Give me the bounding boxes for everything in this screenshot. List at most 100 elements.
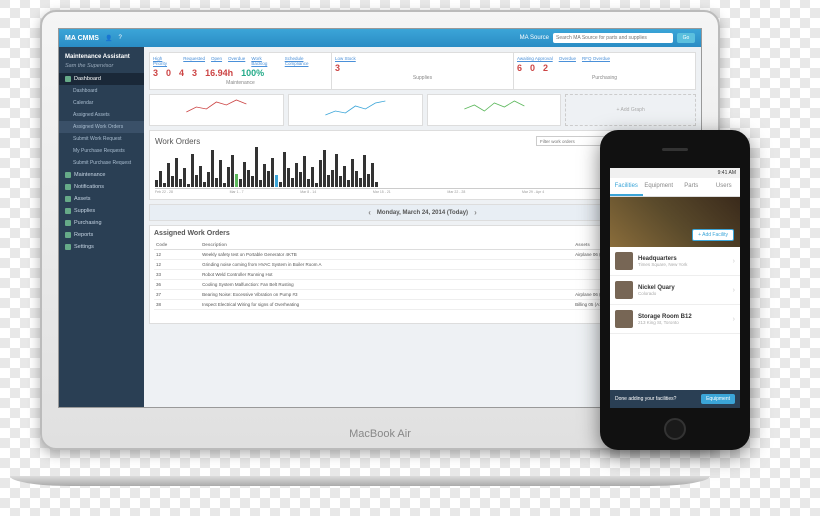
chart-bar[interactable]	[275, 175, 278, 187]
sidebar-item[interactable]: Dashboard	[59, 73, 144, 85]
chart-bar[interactable]	[291, 178, 294, 187]
chart-bar[interactable]	[223, 183, 226, 187]
chart-bar[interactable]	[179, 179, 182, 187]
facility-list: HeadquartersTimes Square, New York›Nicke…	[610, 247, 740, 334]
chart-bar[interactable]	[367, 174, 370, 187]
chart-bar[interactable]	[171, 176, 174, 187]
chart-bar[interactable]	[187, 184, 190, 187]
facility-item[interactable]: Nickel QuaryColorado›	[610, 276, 740, 305]
facility-item[interactable]: HeadquartersTimes Square, New York›	[610, 247, 740, 276]
chart-bar[interactable]	[347, 180, 350, 187]
chart-bar[interactable]	[327, 175, 330, 187]
chart-bar[interactable]	[199, 166, 202, 187]
chart-bar[interactable]	[283, 152, 286, 187]
chart-bar[interactable]	[331, 170, 334, 187]
sidebar-item[interactable]: Assigned Work Orders	[59, 121, 144, 133]
phone-home-button[interactable]	[664, 418, 686, 440]
sidebar-item[interactable]: Maintenance	[59, 169, 144, 181]
sidebar-item[interactable]: Settings	[59, 241, 144, 253]
sidebar-item[interactable]: Supplies	[59, 205, 144, 217]
sidebar-item[interactable]: Submit Purchase Request	[59, 157, 144, 169]
chart-bar[interactable]	[247, 170, 250, 187]
sidebar-item[interactable]: Assigned Assets	[59, 109, 144, 121]
add-facility-button[interactable]: + Add Facility	[692, 229, 734, 241]
chart-bar[interactable]	[255, 147, 258, 187]
chart-bar[interactable]	[183, 168, 186, 187]
chart-bar[interactable]	[363, 155, 366, 187]
chart-bar[interactable]	[163, 183, 166, 187]
chart-bar[interactable]	[355, 171, 358, 187]
chart-bar[interactable]	[267, 171, 270, 187]
chart-bar[interactable]	[323, 150, 326, 187]
chart-bar[interactable]	[231, 155, 234, 187]
top-bar: MA CMMS 👤 ? MA Source Go	[59, 29, 701, 47]
chart-bar[interactable]	[307, 179, 310, 187]
chart-bar[interactable]	[351, 159, 354, 187]
laptop-brand-label: MacBook Air	[349, 428, 411, 440]
chart-bar[interactable]	[319, 160, 322, 187]
chart-bar[interactable]	[315, 183, 318, 187]
sidebar-item[interactable]: Submit Work Request	[59, 133, 144, 145]
chart-bar[interactable]	[359, 178, 362, 187]
next-day-button[interactable]: ›	[474, 208, 477, 217]
sidebar-item[interactable]: Reports	[59, 229, 144, 241]
chart-bar[interactable]	[239, 179, 242, 187]
sidebar-item[interactable]: Calendar	[59, 97, 144, 109]
chart-bar[interactable]	[175, 158, 178, 187]
phone-tab[interactable]: Facilities	[610, 178, 643, 196]
chart-bar[interactable]	[167, 163, 170, 187]
search-input[interactable]	[553, 33, 673, 43]
chart-bar[interactable]	[335, 154, 338, 187]
sidebar-item[interactable]: My Purchase Requests	[59, 145, 144, 157]
facility-item[interactable]: Storage Room B12213 King St, Toronto›	[610, 305, 740, 334]
chart-bar[interactable]	[295, 163, 298, 187]
chart-bar[interactable]	[263, 164, 266, 187]
wo-filter-input[interactable]	[536, 136, 606, 146]
search-go-button[interactable]: Go	[677, 33, 695, 43]
mini-charts-row: + Add Graph	[149, 94, 696, 126]
user-icon[interactable]: 👤	[105, 35, 112, 42]
chart-bar[interactable]	[375, 182, 378, 187]
chart-bar[interactable]	[219, 160, 222, 187]
chart-bar[interactable]	[203, 182, 206, 187]
sidebar-item[interactable]: Notifications	[59, 181, 144, 193]
chart-bar[interactable]	[243, 162, 246, 187]
footer-prompt: Done adding your facilities?	[615, 396, 676, 402]
phone-tabs: FacilitiesEquipmentPartsUsers	[610, 178, 740, 197]
phone-tab[interactable]: Parts	[675, 178, 708, 196]
chart-bar[interactable]	[191, 154, 194, 187]
chart-bar[interactable]	[279, 182, 282, 187]
chart-bar[interactable]	[155, 180, 158, 187]
phone-tab[interactable]: Users	[708, 178, 741, 196]
sidebar-item[interactable]: Purchasing	[59, 217, 144, 229]
chart-bar[interactable]	[287, 168, 290, 187]
footer-next-button[interactable]: Equipment	[701, 394, 735, 404]
chart-bar[interactable]	[303, 156, 306, 187]
chart-bar[interactable]	[211, 150, 214, 187]
chevron-right-icon: ›	[733, 287, 735, 294]
prev-day-button[interactable]: ‹	[368, 208, 371, 217]
add-chart-button[interactable]: + Add Graph	[565, 94, 696, 126]
chart-bar[interactable]	[227, 167, 230, 187]
chart-bar[interactable]	[271, 158, 274, 187]
chart-bar[interactable]	[343, 166, 346, 187]
help-icon[interactable]: ?	[118, 35, 121, 41]
chart-bar[interactable]	[235, 174, 238, 187]
chart-bar[interactable]	[251, 176, 254, 187]
chart-bar[interactable]	[207, 172, 210, 187]
facility-thumb	[615, 252, 633, 270]
chart-bar[interactable]	[311, 167, 314, 187]
mini-chart[interactable]	[427, 94, 562, 126]
chart-bar[interactable]	[299, 172, 302, 187]
chart-bar[interactable]	[215, 178, 218, 187]
chart-bar[interactable]	[339, 176, 342, 187]
chart-bar[interactable]	[159, 171, 162, 187]
chart-bar[interactable]	[195, 175, 198, 187]
chart-bar[interactable]	[371, 163, 374, 187]
mini-chart[interactable]	[149, 94, 284, 126]
phone-tab[interactable]: Equipment	[643, 178, 676, 196]
sidebar-item[interactable]: Assets	[59, 193, 144, 205]
chart-bar[interactable]	[259, 180, 262, 187]
mini-chart[interactable]	[288, 94, 423, 126]
sidebar-item[interactable]: Dashboard	[59, 85, 144, 97]
